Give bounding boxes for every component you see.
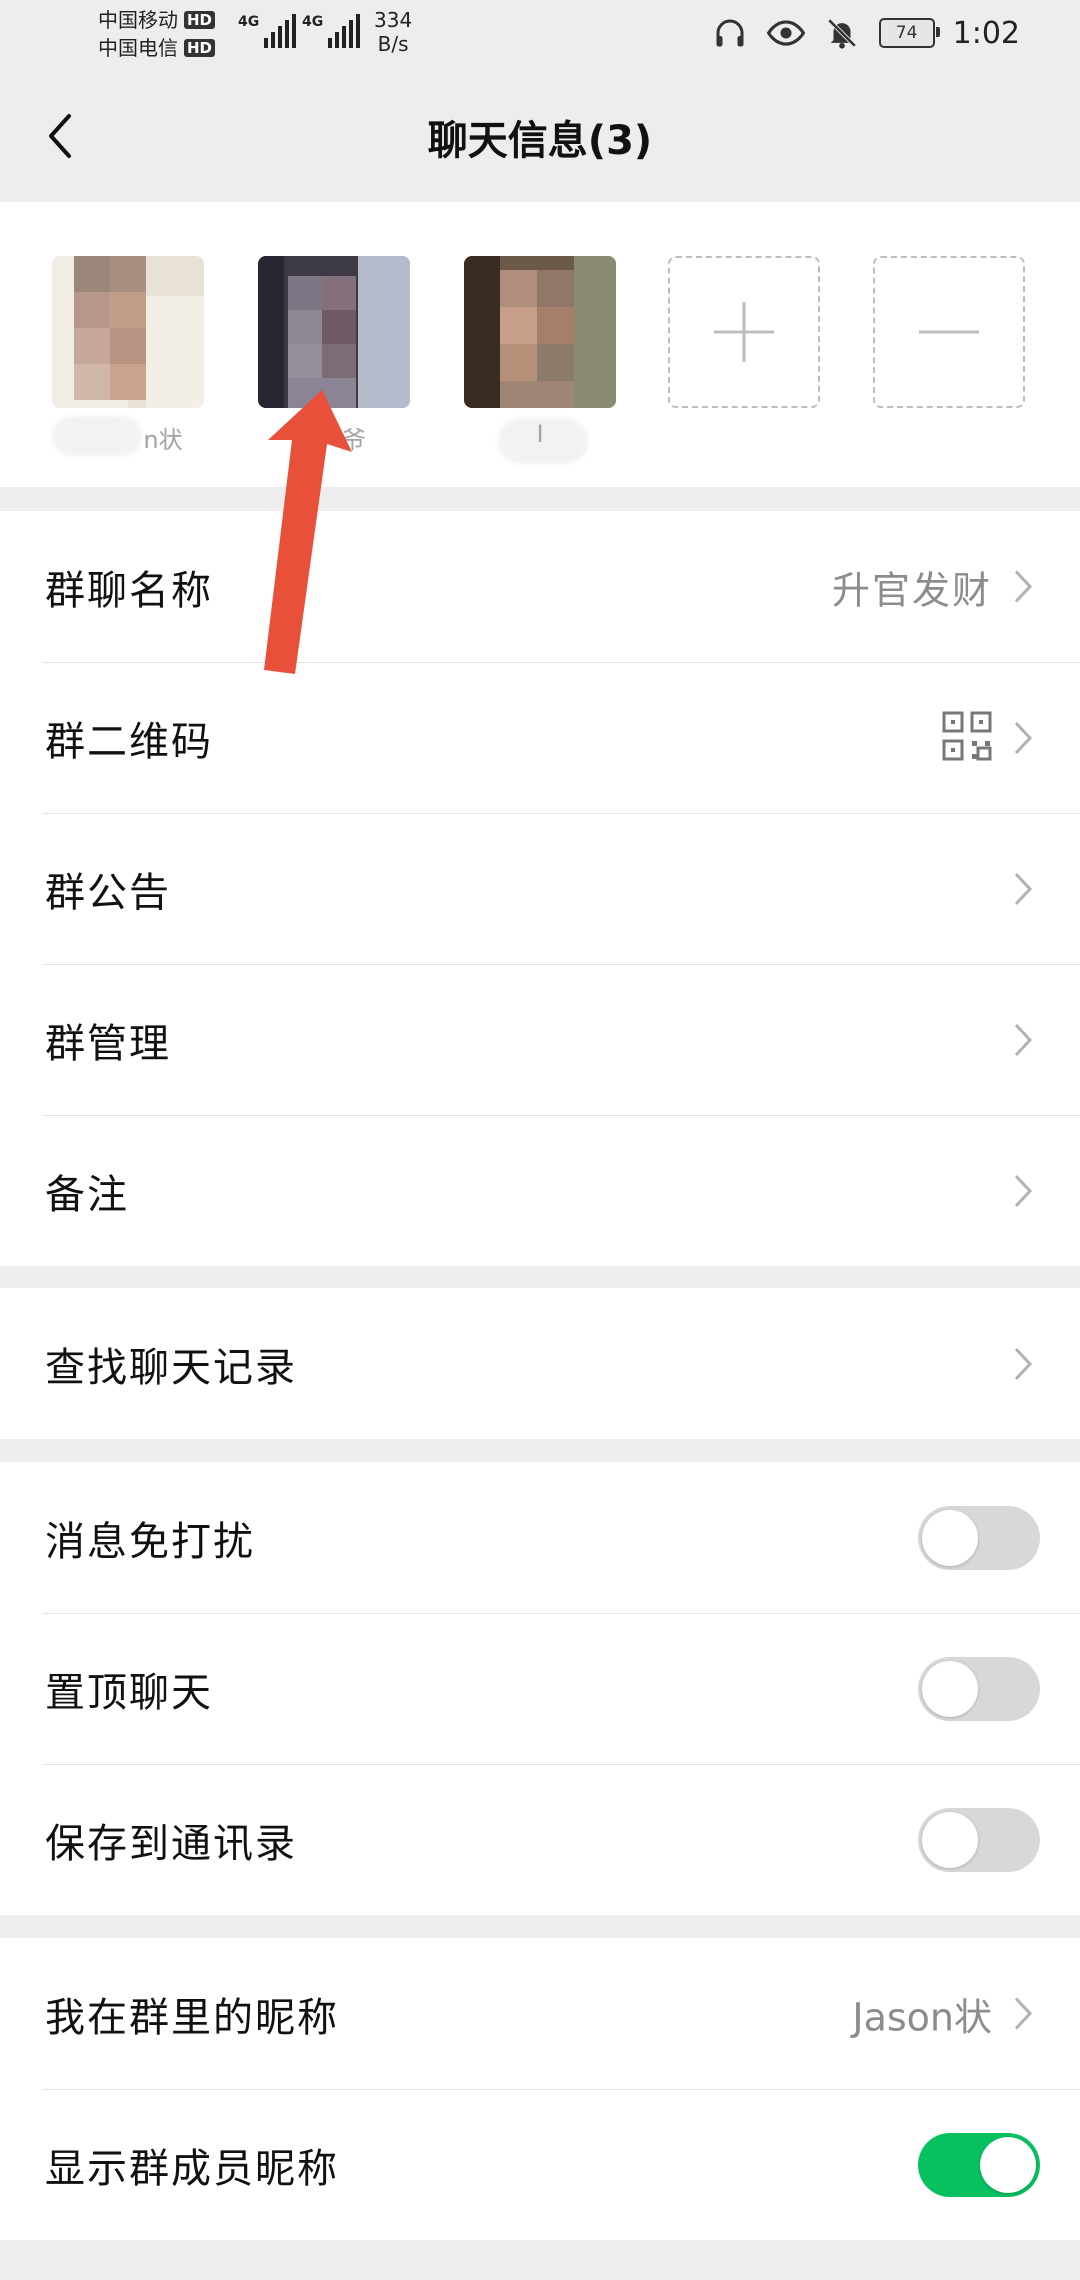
sticky-toggle[interactable] bbox=[918, 1656, 1040, 1721]
remark-row[interactable]: 备注 bbox=[0, 1115, 1080, 1266]
announcement-row[interactable]: 群公告 bbox=[0, 813, 1080, 964]
headphones-icon bbox=[711, 14, 749, 52]
search-section: 查找聊天记录 bbox=[0, 1288, 1080, 1439]
add-member-button[interactable] bbox=[668, 256, 820, 408]
avatar[interactable] bbox=[258, 256, 410, 408]
title-bar: 聊天信息(3) bbox=[0, 70, 1080, 202]
member-item[interactable]: n状 bbox=[52, 256, 204, 456]
hd-badge: HD bbox=[184, 39, 216, 57]
carrier-2: 中国电信 bbox=[98, 36, 178, 60]
toggle-section: 消息免打扰 置顶聊天 保存到通讯录 bbox=[0, 1462, 1080, 1915]
show-nicknames-label: 显示群成员昵称 bbox=[45, 2145, 339, 2192]
battery-icon: 74 bbox=[878, 18, 940, 48]
group-name-value: 升官发财 bbox=[831, 568, 992, 612]
signal-icon: 4G bbox=[238, 14, 297, 48]
member-item[interactable]: I bbox=[464, 256, 616, 464]
member-item[interactable]: 爷 bbox=[258, 256, 410, 454]
chevron-right-icon bbox=[1010, 718, 1036, 758]
my-nickname-label: 我在群里的昵称 bbox=[45, 1994, 339, 2041]
chevron-right-icon bbox=[1010, 1994, 1036, 2034]
show-nicknames-row: 显示群成员昵称 bbox=[0, 2089, 1080, 2240]
remark-label: 备注 bbox=[45, 1171, 129, 1218]
chevron-right-icon bbox=[1010, 1020, 1036, 1060]
clock: 1:02 bbox=[952, 15, 1020, 51]
chevron-right-icon bbox=[1010, 1171, 1036, 1211]
save-contacts-toggle[interactable] bbox=[918, 1807, 1040, 1872]
group-qr-label: 群二维码 bbox=[45, 718, 213, 765]
page-title: 聊天信息(3) bbox=[427, 118, 653, 164]
announcement-label: 群公告 bbox=[45, 869, 171, 916]
chevron-right-icon bbox=[1010, 567, 1036, 607]
bell-off-icon bbox=[823, 14, 861, 52]
my-nickname-row[interactable]: 我在群里的昵称 Jason状 bbox=[0, 1938, 1080, 2089]
mute-toggle[interactable] bbox=[918, 1505, 1040, 1570]
sticky-row: 置顶聊天 bbox=[0, 1613, 1080, 1764]
chevron-right-icon bbox=[1010, 1344, 1036, 1384]
group-name-label: 群聊名称 bbox=[45, 567, 213, 614]
nickname-section: 我在群里的昵称 Jason状 显示群成员昵称 bbox=[0, 1938, 1080, 2240]
status-bar: 中国移动 HD 中国电信 HD 4G 4G 334 B/s 74 1:02 bbox=[0, 0, 1080, 70]
minus-icon bbox=[919, 330, 979, 334]
my-nickname-value: Jason状 bbox=[852, 1995, 992, 2039]
toggle-knob bbox=[922, 1509, 978, 1566]
qr-code-icon bbox=[942, 711, 992, 765]
signal-icon: 4G bbox=[302, 14, 361, 48]
remove-member-button[interactable] bbox=[873, 256, 1025, 408]
mute-row: 消息免打扰 bbox=[0, 1462, 1080, 1613]
show-nicknames-toggle[interactable] bbox=[918, 2132, 1040, 2197]
member-name: n状 bbox=[52, 416, 204, 456]
mute-label: 消息免打扰 bbox=[45, 1518, 255, 1565]
management-row[interactable]: 群管理 bbox=[0, 964, 1080, 1115]
sticky-label: 置顶聊天 bbox=[45, 1669, 213, 1716]
member-name: 爷 bbox=[342, 426, 366, 454]
avatar[interactable] bbox=[464, 256, 616, 408]
save-contacts-label: 保存到通讯录 bbox=[45, 1820, 297, 1867]
toggle-knob bbox=[922, 1811, 978, 1868]
toggle-knob bbox=[922, 1660, 978, 1717]
carrier-1: 中国移动 bbox=[98, 8, 178, 32]
management-label: 群管理 bbox=[45, 1020, 171, 1067]
group-settings-section: 群聊名称 升官发财 群二维码 群公告 群管理 备注 bbox=[0, 511, 1080, 1266]
carrier-info: 中国移动 HD 中国电信 HD bbox=[98, 6, 216, 62]
group-qr-row[interactable]: 群二维码 bbox=[0, 662, 1080, 813]
chevron-right-icon bbox=[1010, 869, 1036, 909]
toggle-knob bbox=[980, 2136, 1036, 2193]
avatar[interactable] bbox=[52, 256, 204, 408]
hd-badge: HD bbox=[184, 11, 216, 29]
save-contacts-row: 保存到通讯录 bbox=[0, 1764, 1080, 1915]
eye-icon bbox=[766, 14, 805, 52]
network-speed: 334 B/s bbox=[374, 8, 413, 56]
member-name: I bbox=[464, 418, 616, 464]
search-history-row[interactable]: 查找聊天记录 bbox=[0, 1288, 1080, 1439]
plus-icon bbox=[714, 302, 774, 362]
search-history-label: 查找聊天记录 bbox=[45, 1344, 297, 1391]
group-name-row[interactable]: 群聊名称 升官发财 bbox=[0, 511, 1080, 662]
member-grid: n状 爷 I bbox=[0, 202, 1080, 487]
